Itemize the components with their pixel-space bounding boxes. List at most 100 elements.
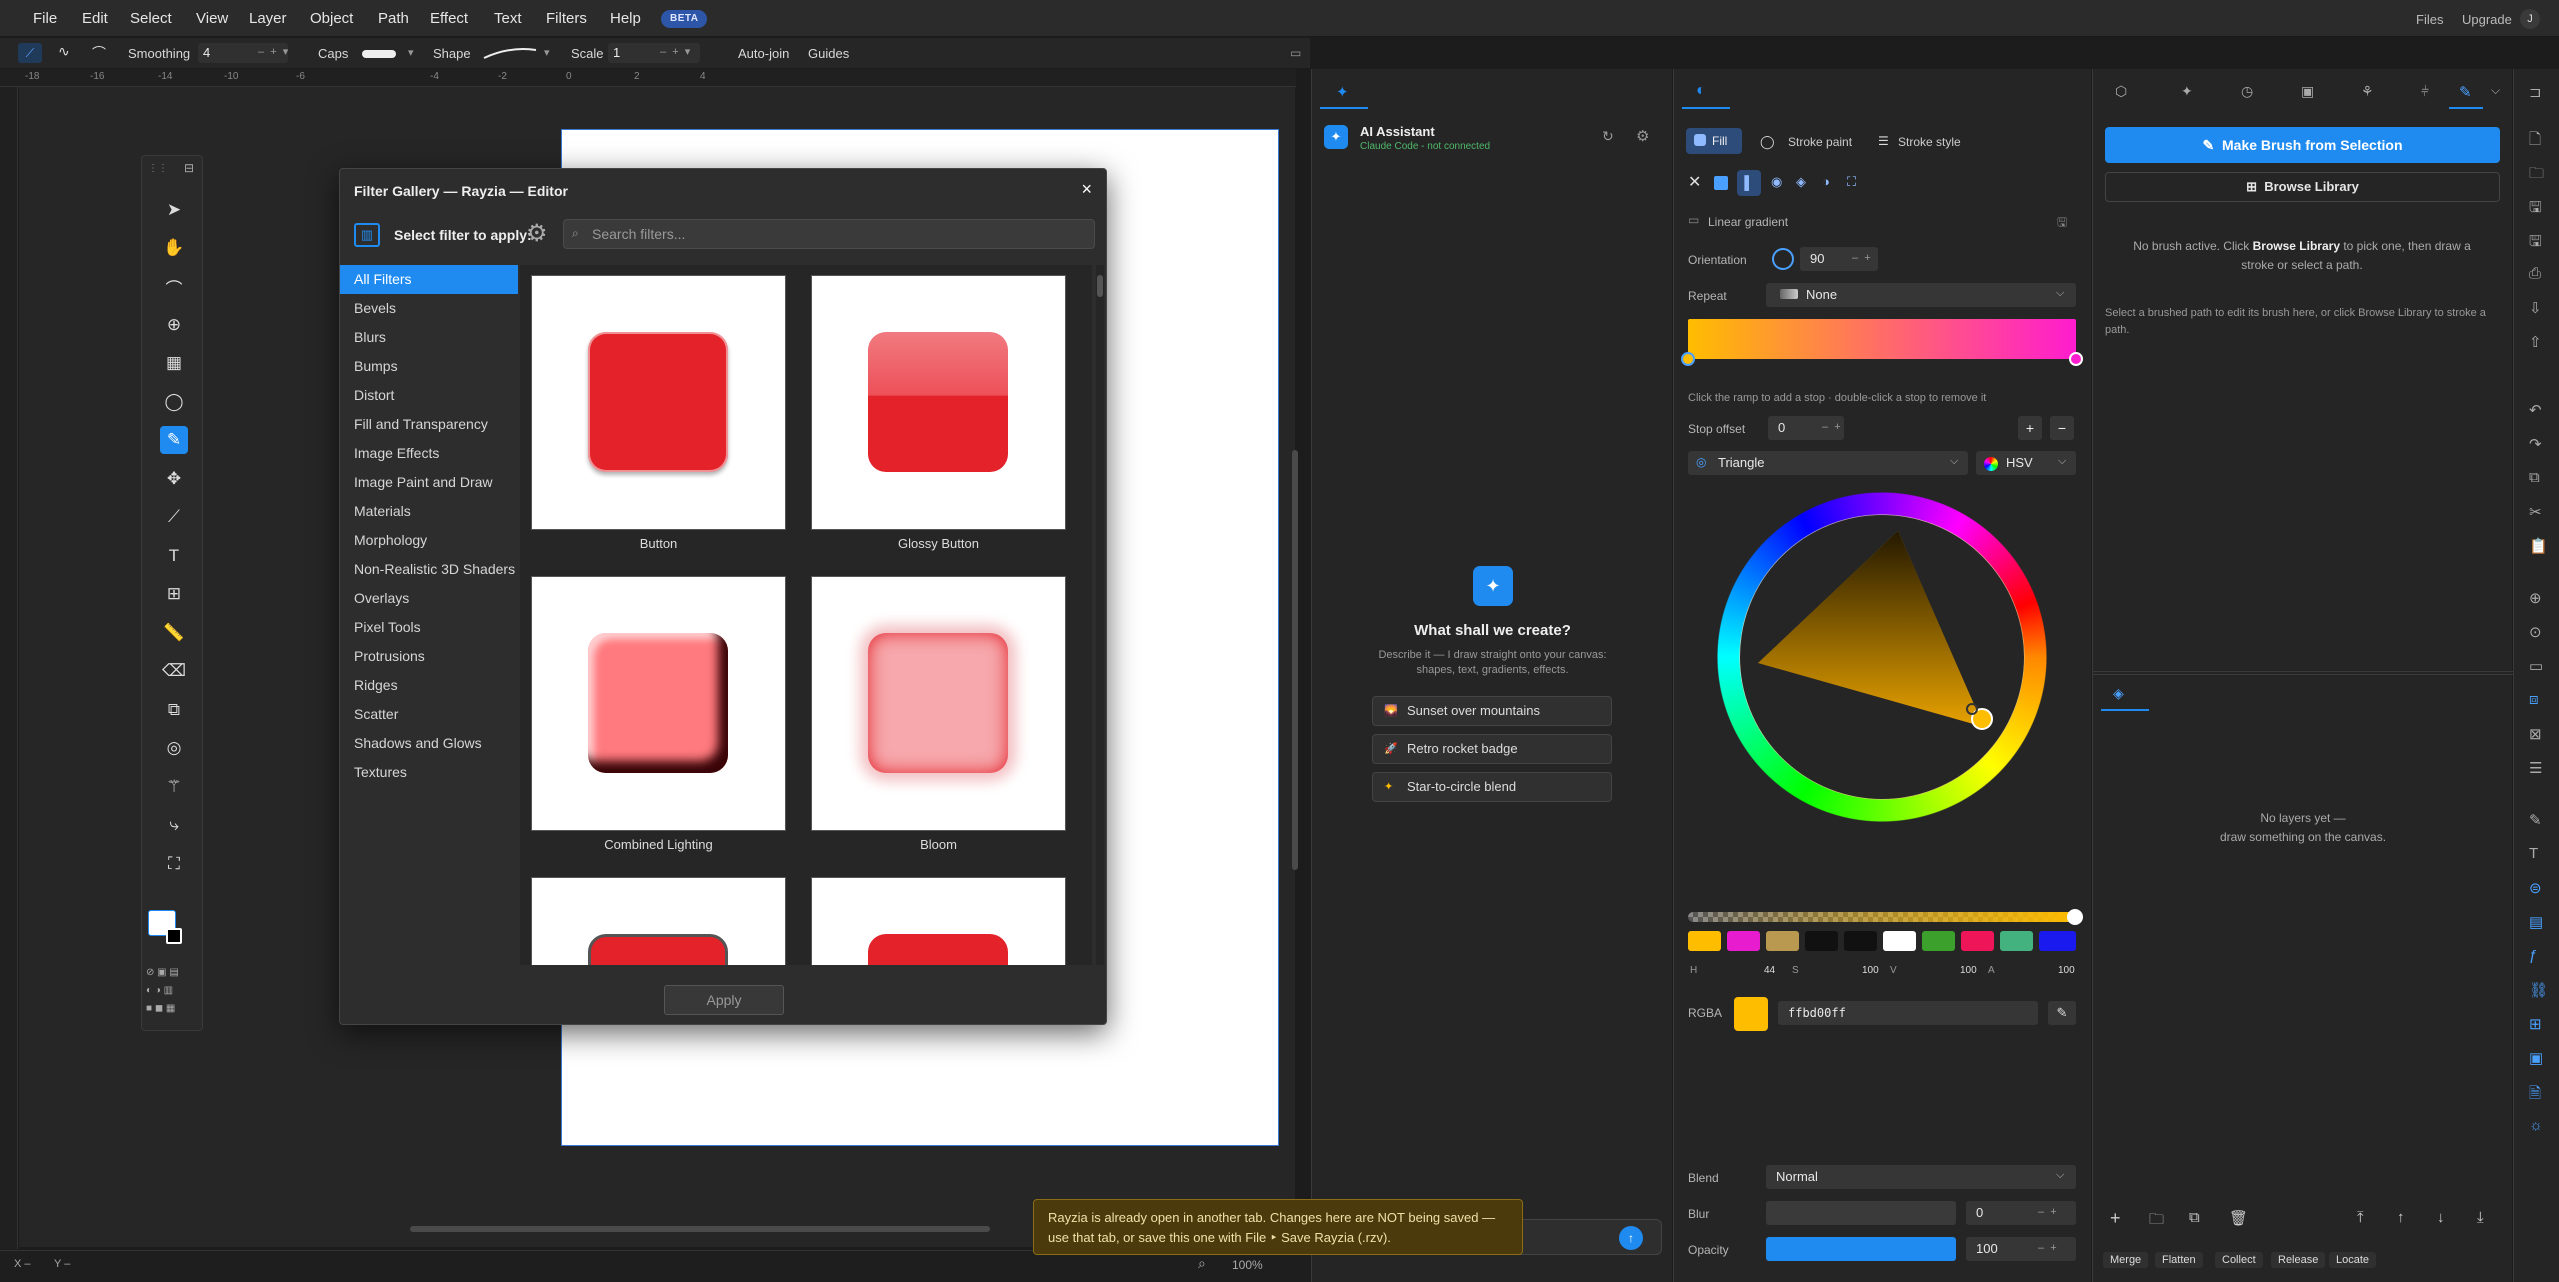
- diamond-gradient-icon[interactable]: ◑: [1822, 174, 1830, 189]
- crop-tool-icon[interactable]: ⛶: [160, 850, 188, 878]
- open-folder-icon[interactable]: 🗀: [2529, 163, 2544, 188]
- plugin-icon[interactable]: ⊐: [2529, 83, 2542, 101]
- duplicate-layer-icon[interactable]: ⧉: [2189, 1209, 2200, 1226]
- history-tab-icon[interactable]: ◷: [2241, 83, 2253, 100]
- scale-stepper-icon[interactable]: – + ▾: [660, 45, 690, 58]
- alpha-slider[interactable]: [1688, 912, 2076, 922]
- flatten-button[interactable]: Flatten: [2155, 1252, 2203, 1268]
- symbols-tab-icon[interactable]: ⚘: [2361, 83, 2374, 100]
- release-button[interactable]: Release: [2271, 1252, 2326, 1268]
- category-item[interactable]: Image Paint and Draw: [340, 468, 518, 497]
- save-as-icon[interactable]: 🖫: [2529, 231, 2542, 256]
- pen-mode-icon[interactable]: ⟋: [18, 43, 42, 63]
- category-item[interactable]: All Filters: [340, 265, 518, 294]
- category-item[interactable]: Overlays: [340, 584, 518, 613]
- browse-library-button[interactable]: ⊞ Browse Library: [2105, 172, 2500, 202]
- category-item[interactable]: Ridges: [340, 671, 518, 700]
- category-item[interactable]: Textures: [340, 758, 518, 787]
- zoom-fit-icon[interactable]: ⊙: [2529, 623, 2542, 641]
- effects-tab-icon[interactable]: ✦: [2181, 83, 2193, 100]
- category-item[interactable]: Fill and Transparency: [340, 410, 518, 439]
- close-icon[interactable]: ×: [1081, 179, 1092, 200]
- gradient-stop-start[interactable]: [1681, 352, 1695, 366]
- zoom-page-icon[interactable]: ▭: [2529, 657, 2543, 675]
- locate-button[interactable]: Locate: [2329, 1252, 2377, 1268]
- fill-tab[interactable]: Fill: [1686, 128, 1742, 154]
- refresh-icon[interactable]: ↻: [1602, 128, 1614, 145]
- swatches-tab-icon[interactable]: ▣: [2301, 83, 2314, 100]
- move-top-icon[interactable]: ⤒: [2357, 1209, 2364, 1226]
- connector-tool-icon[interactable]: ⤷: [160, 811, 188, 839]
- filter-card[interactable]: [531, 877, 786, 965]
- shape-builder-icon[interactable]: ⧉: [160, 696, 188, 724]
- menu-layer[interactable]: Layer: [249, 10, 287, 27]
- apply-button[interactable]: Apply: [664, 985, 784, 1015]
- category-item[interactable]: Bumps: [340, 352, 518, 381]
- sparkle-tab-icon[interactable]: ✦: [1336, 83, 1349, 101]
- stop-offset-stepper-icon[interactable]: – +: [1822, 421, 1841, 433]
- blur-input[interactable]: 0: [1966, 1201, 2076, 1225]
- fill-stroke-icon[interactable]: ✎: [2529, 811, 2542, 829]
- opacity-slider[interactable]: [1766, 1237, 1956, 1261]
- filter-card-glossy-button[interactable]: [811, 275, 1066, 530]
- copy-icon[interactable]: ⧉: [2529, 469, 2540, 486]
- align-tab-icon[interactable]: ⫩: [2421, 83, 2429, 100]
- rgba-input[interactable]: ffbd00ff: [1778, 1001, 2038, 1025]
- category-item[interactable]: Protrusions: [340, 642, 518, 671]
- category-item[interactable]: Pixel Tools: [340, 613, 518, 642]
- text-tool-icon[interactable]: T: [160, 542, 188, 570]
- delete-layer-icon[interactable]: 🗑: [2229, 1209, 2248, 1227]
- menu-help[interactable]: Help: [610, 10, 641, 27]
- grid-tool-icon[interactable]: ▦: [160, 349, 188, 377]
- color-swatch[interactable]: [1688, 931, 1721, 951]
- eyedropper-icon[interactable]: ✎: [2048, 1001, 2076, 1025]
- category-item[interactable]: Scatter: [340, 700, 518, 729]
- zoom-icon[interactable]: ⌕: [1198, 1255, 1206, 1272]
- no-paint-icon[interactable]: ✕: [1688, 172, 1701, 192]
- suggestion-rocket[interactable]: Retro rocket badge: [1372, 734, 1612, 764]
- zoom-level[interactable]: 100%: [1232, 1258, 1263, 1272]
- color-swatch[interactable]: [1805, 931, 1838, 951]
- blur-slider[interactable]: [1766, 1201, 1956, 1225]
- settings-icon[interactable]: ⚙: [1636, 127, 1649, 145]
- shape-dropdown-icon[interactable]: ▾: [544, 46, 550, 59]
- menu-path[interactable]: Path: [378, 10, 409, 27]
- user-avatar[interactable]: J: [2520, 9, 2540, 29]
- import-icon[interactable]: ⇩: [2529, 299, 2542, 317]
- dialog-scrollbar[interactable]: [1096, 265, 1104, 965]
- caps-preview[interactable]: [362, 50, 396, 58]
- saturation-value[interactable]: 100: [1862, 965, 1879, 976]
- menu-select[interactable]: Select: [130, 10, 172, 27]
- category-item[interactable]: Non-Realistic 3D Shaders: [340, 555, 518, 584]
- add-folder-icon[interactable]: 🗀: [2149, 1209, 2164, 1234]
- paste-icon[interactable]: 📋: [2529, 537, 2548, 555]
- current-color-swatch[interactable]: [1734, 997, 1768, 1031]
- linear-gradient-icon[interactable]: ▌: [1737, 170, 1761, 196]
- opacity-input[interactable]: 100: [1966, 1237, 2076, 1261]
- save-gradient-icon[interactable]: 🖫: [2057, 213, 2067, 234]
- stroke-color-swatch[interactable]: [166, 928, 182, 944]
- conic-gradient-icon[interactable]: ◈: [1796, 174, 1806, 190]
- move-up-icon[interactable]: ↑: [2397, 1209, 2405, 1226]
- hand-tool-icon[interactable]: ✋: [160, 234, 188, 262]
- orientation-dial[interactable]: [1772, 248, 1794, 270]
- category-item[interactable]: Image Effects: [340, 439, 518, 468]
- eraser-tool-icon[interactable]: ⌫: [160, 657, 188, 685]
- paint-mode-icons[interactable]: ⊘ ▣ ▤ ◐ ◑ ▥ ■ ◼ ▦: [146, 964, 198, 1024]
- filter-card-combined-lighting[interactable]: [531, 576, 786, 831]
- brush-tab-icon[interactable]: ✎: [2459, 83, 2472, 101]
- color-swatch[interactable]: [1961, 931, 1994, 951]
- new-document-icon[interactable]: 🗋: [2529, 129, 2541, 154]
- mesh-gradient-icon[interactable]: ⛶: [1847, 174, 1856, 190]
- objects-icon[interactable]: ⊜: [2529, 879, 2542, 897]
- radial-gradient-icon[interactable]: ◉: [1771, 174, 1782, 190]
- ungroup-icon[interactable]: ⊠: [2529, 725, 2542, 743]
- alpha-slider-handle[interactable]: [2067, 909, 2083, 925]
- category-item[interactable]: Materials: [340, 497, 518, 526]
- color-swatch[interactable]: [1922, 931, 1955, 951]
- preferences-icon[interactable]: ☼: [2529, 1117, 2543, 1134]
- zoom-in-icon[interactable]: ⊕: [2529, 589, 2542, 607]
- move-down-icon[interactable]: ↓: [2437, 1209, 2445, 1226]
- menu-view[interactable]: View: [196, 10, 228, 27]
- spiral-tool-icon[interactable]: ◎: [160, 734, 188, 762]
